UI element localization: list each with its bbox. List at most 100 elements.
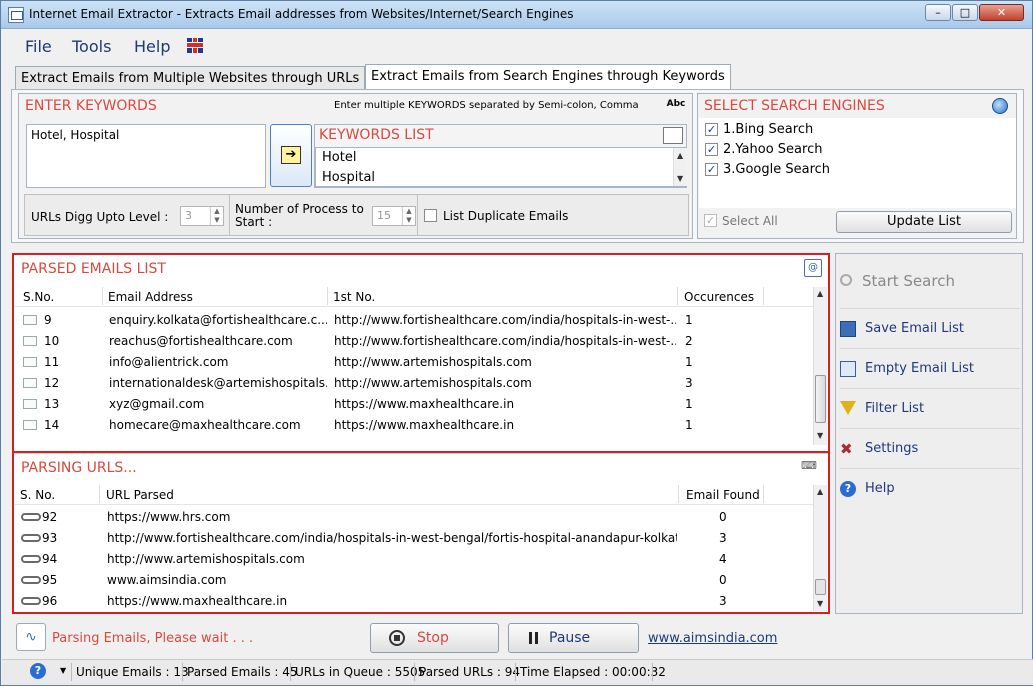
table-row[interactable]: 12 internationaldesk@artemishospitals... h…	[15, 373, 813, 394]
window-title: Internet Email Extractor - Extracts Emai…	[29, 7, 574, 21]
app-window: Internet Email Extractor - Extracts Emai…	[0, 0, 1033, 686]
search-icon	[840, 274, 852, 286]
process-count-value: 15	[377, 209, 391, 222]
list-item[interactable]: Hotel	[322, 150, 356, 165]
status-dropdown-icon[interactable]: ▼	[60, 666, 66, 675]
duplicate-emails-checkbox[interactable]	[424, 209, 437, 222]
bing-checkbox[interactable]: ✓	[705, 123, 718, 136]
url-sno: 94	[42, 552, 58, 566]
digg-level-stepper[interactable]: 3 ▲ ▼	[180, 206, 224, 226]
email-sno: 13	[44, 397, 60, 411]
urls-in-queue-count: URLs in Queue : 5505	[295, 665, 426, 679]
stop-button[interactable]: Stop	[370, 623, 499, 653]
chain-link-icon[interactable]: ⌨	[796, 459, 822, 475]
col-sno[interactable]: S.No.	[23, 290, 54, 304]
parsed-emails-panel: PARSED EMAILS LIST @ S.No. Email Address…	[12, 253, 830, 453]
options-bar: URLs Digg Upto Level : 3 ▲ ▼ Number of Pr…	[24, 194, 689, 236]
menu-tools[interactable]: Tools	[72, 37, 111, 56]
email-at-icon[interactable]: @	[804, 259, 822, 277]
col-email[interactable]: Email Address	[108, 290, 193, 304]
table-row[interactable]: 95 www.aimsindia.com 0	[15, 570, 813, 591]
table-row[interactable]: 92 https://www.hrs.com 0	[15, 507, 813, 528]
digg-level-label: URLs Digg Upto Level :	[31, 210, 169, 224]
maximize-button[interactable]: □	[952, 4, 978, 21]
emails-list: 9 enquiry.kolkata@fortishealthcare.c... ht…	[15, 310, 813, 440]
select-all-checkbox[interactable]: ✓	[704, 214, 717, 227]
url-parsed: www.aimsindia.com	[107, 573, 227, 587]
tab-search-engines[interactable]: Extract Emails from Search Engines throu…	[365, 64, 731, 89]
tools-icon: ✖	[840, 440, 853, 458]
email-occurences: 2	[685, 334, 693, 348]
keywords-scrollbar[interactable]: ▲ ▼	[673, 148, 687, 186]
email-source-url: https://www.maxhealthcare.in	[334, 397, 515, 411]
col-url-parsed[interactable]: URL Parsed	[106, 488, 174, 502]
col-url-sno[interactable]: S. No.	[20, 488, 55, 502]
table-row[interactable]: 9 enquiry.kolkata@fortishealthcare.c... ht…	[15, 310, 813, 331]
email-source-url: https://www.maxhealthcare.in	[334, 418, 515, 432]
menu-help[interactable]: Help	[134, 37, 170, 56]
url-email-found: 4	[719, 552, 727, 566]
url-email-found: 3	[719, 594, 727, 608]
update-list-button[interactable]: Update List	[836, 211, 1012, 233]
keywords-input[interactable]: Hotel, Hospital	[26, 124, 266, 188]
email-address: enquiry.kolkata@fortishealthcare.c...	[109, 313, 327, 327]
url-sno: 93	[42, 531, 58, 545]
pause-icon	[529, 632, 532, 644]
email-sno: 11	[44, 355, 60, 369]
close-button[interactable]: ✕	[979, 4, 1024, 21]
status-help-icon[interactable]: ?	[30, 663, 46, 679]
emails-scrollbar[interactable]: ▲ ▼	[813, 287, 827, 445]
url-parsed: https://www.hrs.com	[107, 510, 231, 524]
parsed-urls-count: Parsed URLs : 94	[419, 665, 521, 679]
col-first-url[interactable]: 1st No.	[333, 290, 375, 304]
table-row[interactable]: 96 https://www.maxhealthcare.in 3	[15, 591, 813, 612]
process-count-stepper[interactable]: 15 ▲ ▼	[372, 206, 416, 226]
table-row[interactable]: 93 http://www.fortishealthcare.com/india/…	[15, 528, 813, 549]
menu-file[interactable]: File	[25, 37, 52, 56]
col-occurences[interactable]: Occurences	[684, 290, 754, 304]
time-elapsed: Time Elapsed : 00:00:32	[520, 665, 666, 679]
add-keywords-button[interactable]: ➔	[270, 124, 312, 187]
email-address: info@alientrick.com	[109, 355, 229, 369]
pause-button[interactable]: Pause	[508, 623, 639, 653]
list-item[interactable]: Hospital	[322, 170, 375, 185]
email-sno: 9	[44, 313, 52, 327]
col-email-found[interactable]: Email Found	[686, 488, 760, 502]
table-row[interactable]: 94 http://www.artemishospitals.com 4	[15, 549, 813, 570]
tab-websites[interactable]: Extract Emails from Multiple Websites th…	[15, 66, 366, 89]
envelope-icon	[23, 336, 37, 346]
link-icon	[21, 534, 41, 542]
email-sno: 12	[44, 376, 60, 390]
website-link[interactable]: www.aimsindia.com	[648, 631, 777, 646]
emails-header: S.No. Email Address 1st No. Occurences	[15, 287, 827, 307]
minimize-button[interactable]: –	[925, 4, 951, 21]
spellcheck-icon[interactable]: Abc	[665, 96, 687, 114]
language-flag-icon[interactable]	[187, 38, 203, 53]
parsed-emails-count: Parsed Emails : 45	[187, 665, 298, 679]
table-row[interactable]: 10 reachus@fortishealthcare.com http://www…	[15, 331, 813, 352]
help-icon: ?	[840, 481, 856, 497]
email-occurences: 1	[685, 397, 693, 411]
pause-label: Pause	[549, 630, 591, 646]
status-bar: ? ▼ Unique Emails : 13 Parsed Emails : 4…	[2, 659, 1033, 685]
globe-search-icon[interactable]	[992, 98, 1008, 114]
table-row[interactable]: 14 homecare@maxhealthcare.com https://www.…	[15, 415, 813, 436]
urls-scrollbar[interactable]: ▲ ▼	[813, 485, 827, 611]
search-engines-panel: SELECT SEARCH ENGINES ✓ 1.Bing Search ✓ …	[697, 93, 1017, 239]
keywords-hint: Enter multiple KEYWORDS separated by Sem…	[334, 100, 639, 111]
yahoo-checkbox[interactable]: ✓	[705, 143, 718, 156]
title-bar: Internet Email Extractor - Extracts Emai…	[1, 1, 1032, 29]
keywords-list-panel: KEYWORDS LIST Hotel Hospital ▲ ▼	[314, 124, 687, 188]
urls-scroll-thumb[interactable]	[815, 579, 826, 595]
table-row[interactable]: 11 info@alientrick.com http://www.artemish…	[15, 352, 813, 373]
stop-label: Stop	[417, 630, 449, 646]
table-row[interactable]: 13 xyz@gmail.com https://www.maxhealthcare…	[15, 394, 813, 415]
google-checkbox[interactable]: ✓	[705, 163, 718, 176]
url-email-found: 0	[719, 510, 727, 524]
parsing-urls-title: PARSING URLS...	[21, 460, 137, 476]
envelope-icon	[23, 378, 37, 388]
engine-google-label: 3.Google Search	[723, 162, 831, 177]
email-source-url: http://www.fortishealthcare.com/india/ho…	[334, 313, 676, 327]
emails-scroll-thumb[interactable]	[815, 375, 826, 423]
list-menu-icon[interactable]	[663, 127, 683, 144]
